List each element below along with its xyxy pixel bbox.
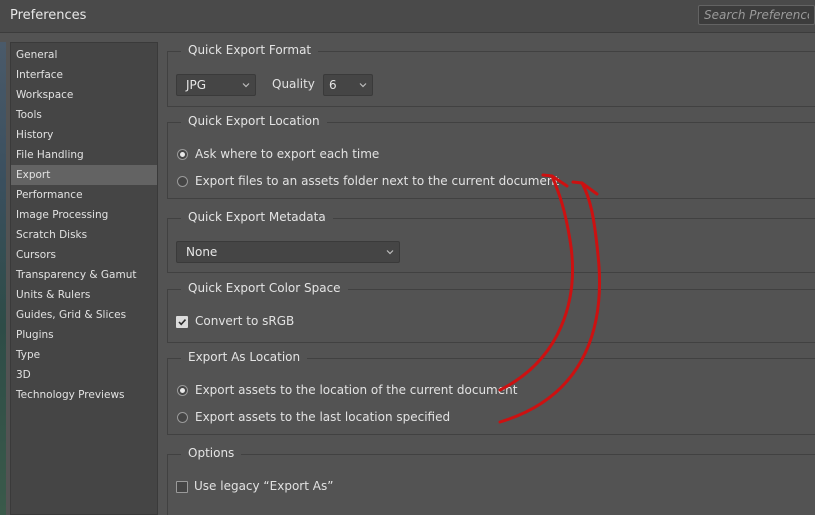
quick-export-location-group: Quick Export Location Ask where to expor… — [167, 114, 815, 199]
sidebar-item-file-handling[interactable]: File Handling — [11, 145, 157, 165]
export-as-location-group: Export As Location Export assets to the … — [167, 350, 815, 435]
current-document-location-radio[interactable] — [177, 385, 188, 396]
title-bar: Preferences — [0, 0, 815, 33]
preferences-sidebar: General Interface Workspace Tools Histor… — [10, 42, 158, 515]
sidebar-item-technology-previews[interactable]: Technology Previews — [11, 385, 157, 405]
quality-select[interactable]: 6 — [323, 74, 373, 96]
search-preferences-input[interactable] — [698, 5, 815, 25]
quick-export-metadata-title: Quick Export Metadata — [181, 210, 333, 224]
assets-folder-radio[interactable] — [177, 176, 188, 187]
quick-export-metadata-group: Quick Export Metadata None — [167, 210, 815, 273]
format-select[interactable]: JPG — [176, 74, 256, 96]
legacy-export-as-label[interactable]: Use legacy “Export As” — [194, 479, 333, 493]
ask-where-radio[interactable] — [177, 149, 188, 160]
legacy-export-as-checkbox[interactable] — [176, 481, 188, 493]
sidebar-item-workspace[interactable]: Workspace — [11, 85, 157, 105]
sidebar-item-general[interactable]: General — [11, 45, 157, 65]
sidebar-item-tools[interactable]: Tools — [11, 105, 157, 125]
window-title: Preferences — [10, 8, 87, 23]
quick-export-location-title: Quick Export Location — [181, 114, 327, 128]
sidebar-item-history[interactable]: History — [11, 125, 157, 145]
last-location-label[interactable]: Export assets to the last location speci… — [195, 410, 450, 424]
quality-value: 6 — [329, 78, 337, 92]
convert-srgb-label[interactable]: Convert to sRGB — [195, 314, 294, 328]
chevron-down-icon — [359, 83, 367, 88]
sidebar-item-type[interactable]: Type — [11, 345, 157, 365]
background-strip — [0, 42, 6, 515]
sidebar-item-performance[interactable]: Performance — [11, 185, 157, 205]
chevron-down-icon — [386, 250, 394, 255]
last-location-radio[interactable] — [177, 412, 188, 423]
ask-where-label[interactable]: Ask where to export each time — [195, 147, 379, 161]
format-value: JPG — [186, 78, 207, 92]
chevron-down-icon — [242, 83, 250, 88]
sidebar-item-scratch-disks[interactable]: Scratch Disks — [11, 225, 157, 245]
quick-export-color-space-title: Quick Export Color Space — [181, 281, 348, 295]
quick-export-format-title: Quick Export Format — [181, 43, 319, 57]
sidebar-item-units-rulers[interactable]: Units & Rulers — [11, 285, 157, 305]
sidebar-item-transparency-gamut[interactable]: Transparency & Gamut — [11, 265, 157, 285]
current-document-location-label[interactable]: Export assets to the location of the cur… — [195, 383, 517, 397]
convert-srgb-checkbox[interactable] — [176, 316, 188, 328]
sidebar-item-export[interactable]: Export — [11, 165, 157, 185]
sidebar-item-plugins[interactable]: Plugins — [11, 325, 157, 345]
checkmark-icon — [178, 319, 187, 326]
export-as-location-title: Export As Location — [181, 350, 308, 364]
sidebar-item-3d[interactable]: 3D — [11, 365, 157, 385]
metadata-value: None — [186, 245, 218, 259]
assets-folder-label[interactable]: Export files to an assets folder next to… — [195, 174, 559, 188]
options-group: Options Use legacy “Export As” — [167, 446, 815, 515]
quick-export-format-group: Quick Export Format JPG Quality 6 — [167, 43, 815, 107]
quality-label: Quality — [272, 77, 315, 91]
sidebar-item-interface[interactable]: Interface — [11, 65, 157, 85]
options-title: Options — [181, 446, 242, 460]
metadata-select[interactable]: None — [176, 241, 400, 263]
sidebar-item-image-processing[interactable]: Image Processing — [11, 205, 157, 225]
quick-export-color-space-group: Quick Export Color Space Convert to sRGB — [167, 281, 815, 343]
sidebar-item-guides-grid-slices[interactable]: Guides, Grid & Slices — [11, 305, 157, 325]
sidebar-item-cursors[interactable]: Cursors — [11, 245, 157, 265]
